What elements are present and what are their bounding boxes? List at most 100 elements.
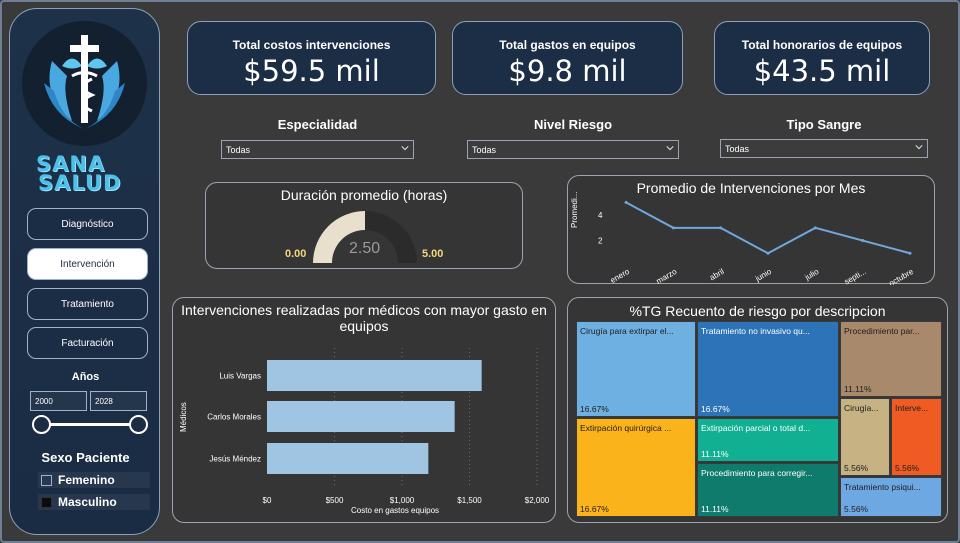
bar-chart-xlabel: Costo en gastos equipos (351, 506, 440, 515)
treemap-cell-label: Cirugía... (844, 403, 879, 413)
line-point-2[interactable] (719, 226, 723, 230)
bar-xtick-1: $500 (326, 496, 344, 505)
bar-2[interactable] (267, 443, 429, 474)
brand-line2: SALUD (38, 171, 122, 195)
chevron-down-icon (915, 145, 923, 150)
kpi-card-costos: Total costos intervenciones $59.5 mil (187, 21, 436, 95)
treemap-cell-1[interactable]: Extirpación quirúrgica ... 16.67% (576, 418, 696, 517)
nav-facturacion-button[interactable]: Facturación (27, 327, 148, 359)
kpi-title: Total costos intervenciones (232, 38, 391, 52)
treemap-chart: Cirugía para extirpar el... 16.67% Extirpa… (576, 321, 942, 517)
nivel-riesgo-title: Nivel Riesgo (533, 117, 613, 132)
treemap-cell-label: Extirpación parcial o total d... (701, 423, 811, 433)
treemap-cell-label: Interve... (895, 403, 929, 413)
line-xtick-2: abril (708, 267, 726, 282)
treemap-cell-label: Procedimiento para corregir... (701, 468, 813, 478)
dropdown-value: Todas (472, 145, 497, 155)
treemap-cell-2[interactable]: Tratamiento no invasivo qu... 16.67% (697, 321, 839, 417)
line-xtick-3: junio (753, 267, 773, 284)
line-point-3[interactable] (766, 251, 770, 255)
sexo-option-femenino[interactable]: Femenino (38, 472, 150, 488)
sexo-slicer-title: Sexo Paciente (41, 450, 130, 465)
line-point-0[interactable] (624, 200, 628, 204)
tipo-sangre-title: Tipo Sangre (786, 117, 862, 132)
kpi-value: $59.5 mil (243, 54, 380, 88)
treemap-title: %TG Recuento de riesgo por descripcion (629, 303, 886, 319)
checkbox-icon[interactable] (41, 474, 52, 486)
treemap-cell-percent: 11.11% (844, 384, 872, 394)
line-point-4[interactable] (813, 226, 817, 230)
line-xtick-5: septi... (843, 267, 868, 285)
line-point-6[interactable] (908, 251, 912, 255)
bar-category-label-2: Jesús Méndez (209, 455, 261, 464)
treemap-cell-5[interactable]: Procedimiento par... 11.11% (840, 321, 942, 397)
treemap-cell-percent: 5.56% (844, 504, 869, 514)
treemap-cell-7[interactable]: Interve... 5.56% (891, 398, 942, 476)
year-slider-end-handle[interactable] (129, 415, 148, 434)
treemap-cell-label: Tratamiento psiqui... (844, 482, 921, 492)
line-series (625, 201, 911, 255)
gauge-value-label: 2.50 (349, 240, 381, 257)
especialidad-title: Especialidad (277, 117, 358, 132)
line-ytick-0: 4 (598, 211, 603, 220)
treemap-cell-percent: 16.67% (701, 404, 730, 414)
bar-0[interactable] (267, 360, 482, 391)
line-xtick-1: marzo (655, 267, 679, 285)
monthly-line-chart-panel: Promedio de Intervenciones por Mes Prome… (567, 175, 935, 285)
treemap-cell-label: Tratamiento no invasivo qu... (701, 326, 810, 336)
gauge-min-label: 0.00 (285, 248, 307, 260)
year-slider-track[interactable] (41, 423, 139, 426)
treemap-cell-0[interactable]: Cirugía para extirpar el... 16.67% (576, 321, 696, 417)
checkbox-icon[interactable] (41, 496, 52, 508)
risk-treemap-panel: %TG Recuento de riesgo por descripcion C… (567, 297, 948, 523)
kpi-card-honorarios: Total honorarios de equipos $43.5 mil (714, 21, 930, 95)
sexo-option-label: Femenino (58, 473, 115, 487)
nivel-riesgo-dropdown[interactable]: Todas (467, 140, 679, 159)
treemap-cell-3[interactable]: Extirpación parcial o total d... 11.11% (697, 418, 839, 462)
sexo-option-label: Masculino (58, 495, 117, 509)
sidebar: SANA SALUD Diagnóstico Intervención Trat… (9, 8, 160, 535)
line-xtick-0: enero (609, 267, 632, 285)
year-slider-start-handle[interactable] (32, 415, 51, 434)
bar-xtick-4: $2,000 (525, 496, 550, 505)
treemap-cell-percent: 5.56% (895, 463, 920, 473)
treemap-cell-6[interactable]: Cirugía... 5.56% (840, 398, 890, 476)
nav-diagnostico-button[interactable]: Diagnóstico (27, 208, 148, 240)
gauge-panel: Duración promedio (horas) 0.00 5.00 2.50 (205, 182, 523, 269)
bar-xtick-3: $1,500 (457, 496, 482, 505)
treemap-cell-label: Cirugía para extirpar el... (580, 326, 674, 336)
kpi-card-gastos: Total gastos en equipos $9.8 mil (452, 21, 683, 95)
line-xtick-6: octubre (887, 267, 915, 285)
sexo-option-masculino[interactable]: Masculino (38, 494, 150, 510)
bar-category-label-1: Carlos Morales (207, 413, 261, 422)
dropdown-value: Todas (725, 144, 750, 154)
chevron-down-icon (666, 146, 674, 151)
year-from-input[interactable]: 2000 (30, 391, 87, 411)
line-point-5[interactable] (861, 239, 865, 243)
gauge-max-label: 5.00 (422, 248, 444, 260)
especialidad-dropdown[interactable]: Todas (221, 140, 414, 159)
chevron-down-icon (401, 146, 409, 151)
doctors-bar-chart-panel: Intervenciones realizadas por médicos co… (172, 297, 556, 523)
treemap-cell-4[interactable]: Procedimiento para corregir... 11.11% (697, 463, 839, 517)
line-ytick-1: 2 (598, 237, 603, 246)
kpi-value: $43.5 mil (753, 54, 891, 88)
year-to-input[interactable]: 2028 (90, 391, 147, 411)
kpi-value: $9.8 mil (508, 54, 627, 88)
bar-category-label-0: Luis Vargas (219, 372, 261, 381)
line-xtick-4: julio (803, 267, 821, 283)
treemap-cell-percent: 5.56% (844, 463, 869, 473)
treemap-cell-percent: 11.11% (701, 504, 729, 514)
bar-1[interactable] (267, 401, 455, 432)
treemap-cell-label: Procedimiento par... (844, 326, 920, 336)
tipo-sangre-dropdown[interactable]: Todas (720, 139, 928, 158)
caduceus-icon (44, 35, 125, 129)
line-point-1[interactable] (671, 226, 675, 230)
nav-intervencion-button[interactable]: Intervención (27, 248, 148, 280)
dropdown-value: Todas (226, 145, 251, 155)
treemap-cell-8[interactable]: Tratamiento psiqui... 5.56% (840, 477, 942, 517)
kpi-title: Total honorarios de equipos (741, 38, 903, 52)
brand-logo-text: SANA SALUD (36, 154, 136, 195)
nav-tratamiento-button[interactable]: Tratamiento (27, 288, 148, 320)
bar-chart: $0 $500 $1,000 $1,500 $2,000 Luis Vargas Carlo… (207, 348, 550, 505)
